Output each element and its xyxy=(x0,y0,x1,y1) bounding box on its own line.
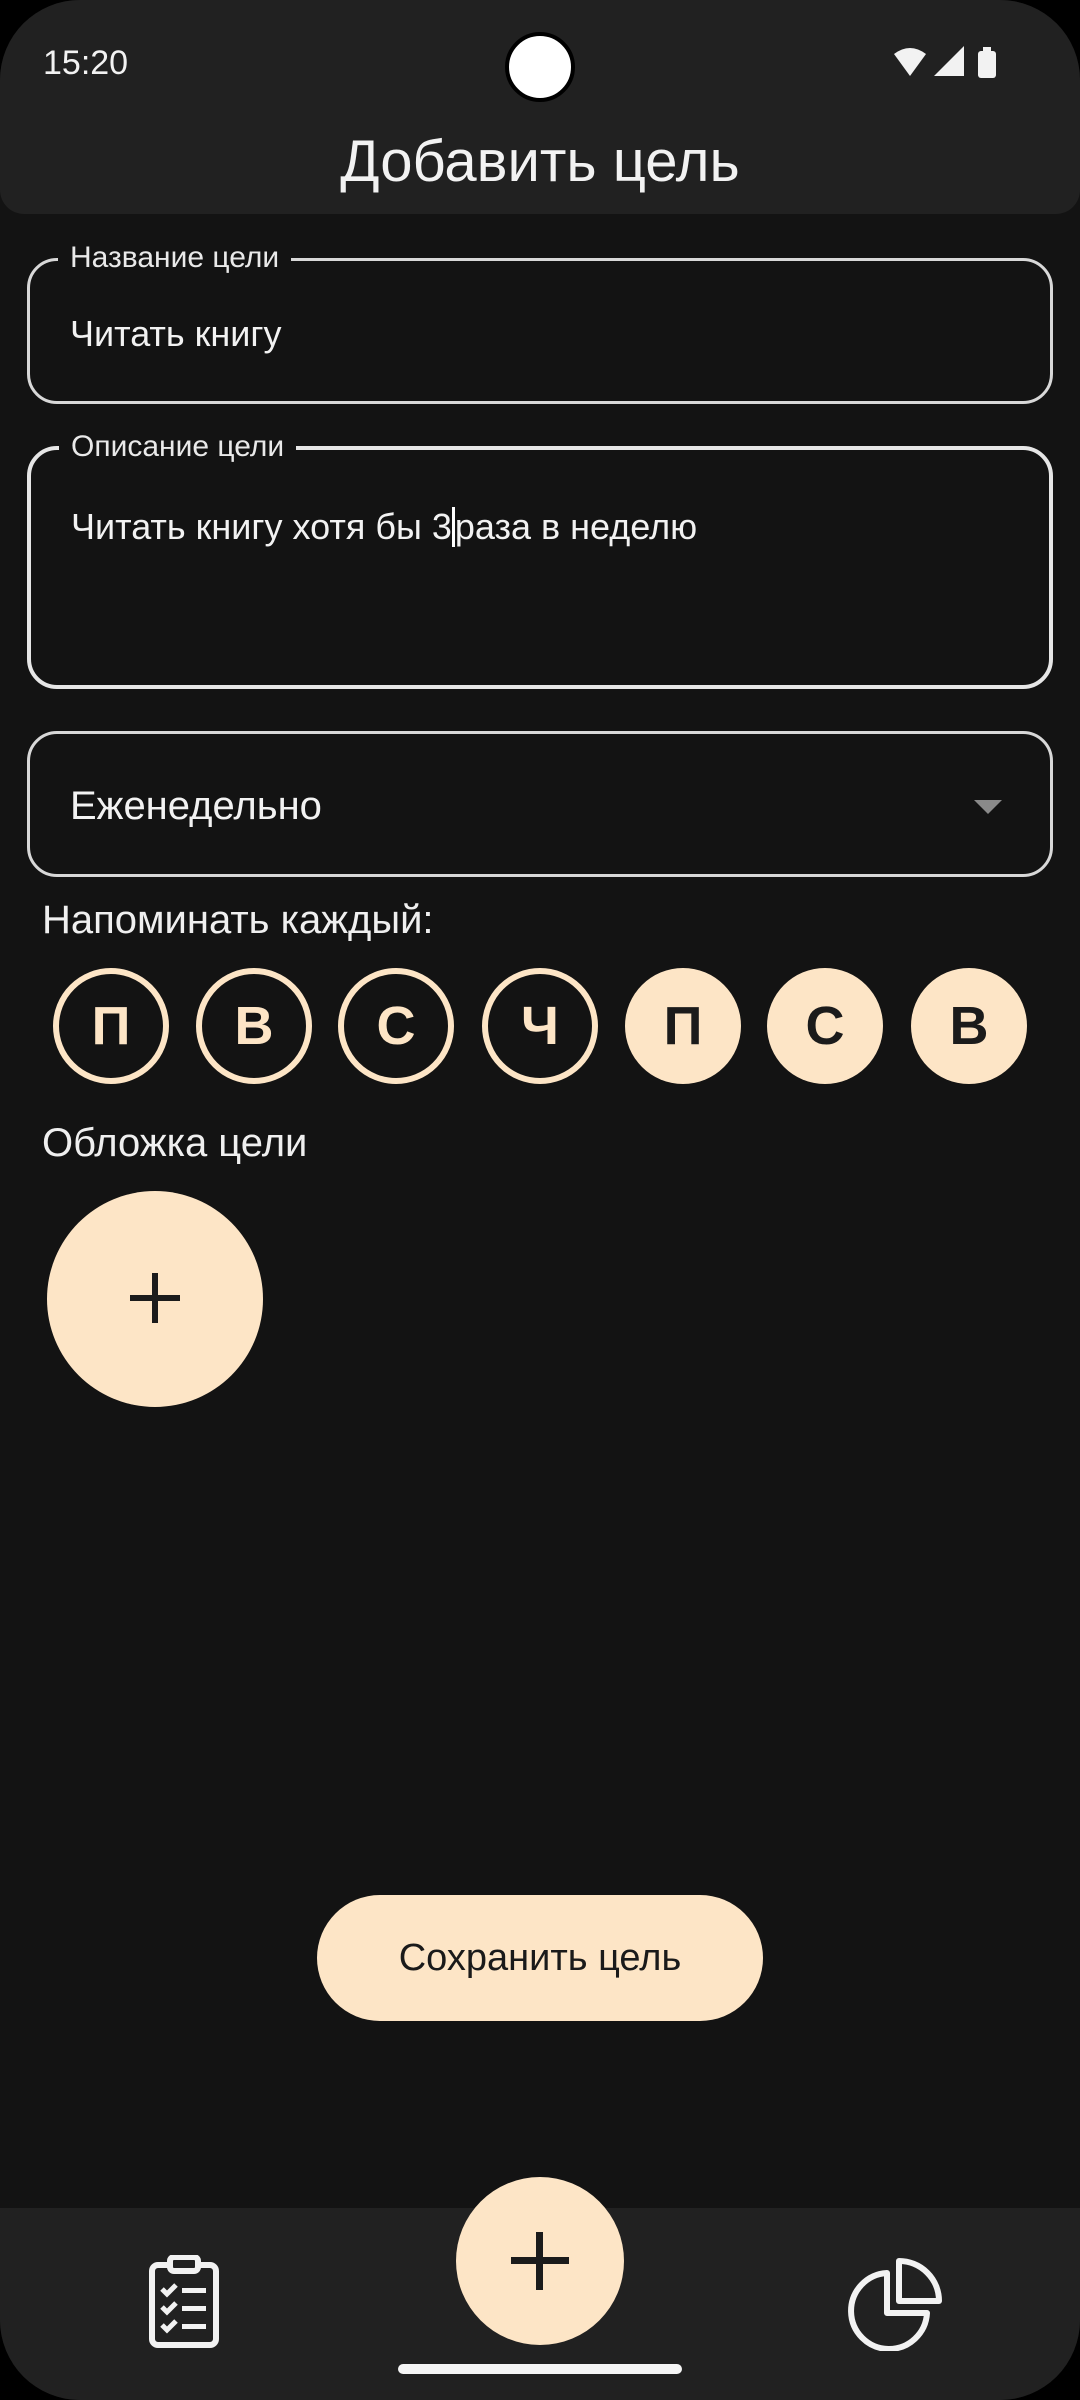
page-title: Добавить цель xyxy=(340,129,740,194)
cellular-signal-icon xyxy=(934,46,964,76)
remind-label: Напоминать каждый: xyxy=(42,898,434,942)
day-toggle-sunday[interactable]: В xyxy=(911,968,1027,1084)
status-icons xyxy=(890,44,1010,84)
plus-icon xyxy=(511,2232,569,2290)
day-toggle-monday[interactable]: П xyxy=(53,968,169,1084)
frequency-dropdown[interactable]: Еженедельно xyxy=(27,731,1053,877)
day-toggle-saturday[interactable]: С xyxy=(767,968,883,1084)
cover-label: Обложка цели xyxy=(42,1121,308,1165)
wifi-icon xyxy=(894,48,926,76)
frequency-selected-value: Еженедельно xyxy=(70,784,322,828)
day-toggle-friday[interactable]: П xyxy=(625,968,741,1084)
status-time: 15:20 xyxy=(43,44,129,82)
goal-name-label: Название цели xyxy=(58,239,292,277)
goal-description-field[interactable]: Описание цели Читать книгу хотя бы 3раза… xyxy=(27,428,1053,689)
clipboard-checklist-icon xyxy=(149,2254,219,2348)
description-text-before-cursor: Читать книгу хотя бы 3 xyxy=(71,506,452,547)
plus-icon xyxy=(130,1273,180,1323)
nav-goals-list-button[interactable] xyxy=(148,2254,220,2349)
goal-description-value: Читать книгу хотя бы 3раза в неделю xyxy=(71,506,697,548)
top-app-bar: 15:20 Добавить цель xyxy=(0,0,1080,214)
nav-add-goal-button[interactable] xyxy=(456,2177,624,2345)
goal-name-field[interactable]: Название цели Читать книгу xyxy=(27,239,1053,404)
add-cover-button[interactable] xyxy=(47,1191,263,1407)
description-text-after-cursor: раза в неделю xyxy=(454,506,698,547)
save-goal-button[interactable]: Сохранить цель xyxy=(317,1895,763,2021)
day-toggle-tuesday[interactable]: В xyxy=(196,968,312,1084)
battery-icon xyxy=(978,47,996,78)
day-toggle-thursday[interactable]: Ч xyxy=(482,968,598,1084)
front-camera-cutout xyxy=(505,32,575,102)
goal-description-label: Описание цели xyxy=(59,428,297,466)
dropdown-arrow-icon xyxy=(974,800,1002,814)
goal-name-value: Читать книгу xyxy=(70,313,282,354)
screen: 15:20 Добавить цель Название цели Читать… xyxy=(0,0,1080,2400)
day-toggle-wednesday[interactable]: С xyxy=(338,968,454,1084)
pie-chart-icon xyxy=(848,2258,942,2352)
nav-statistics-button[interactable] xyxy=(847,2255,943,2352)
home-indicator[interactable] xyxy=(398,2364,682,2374)
